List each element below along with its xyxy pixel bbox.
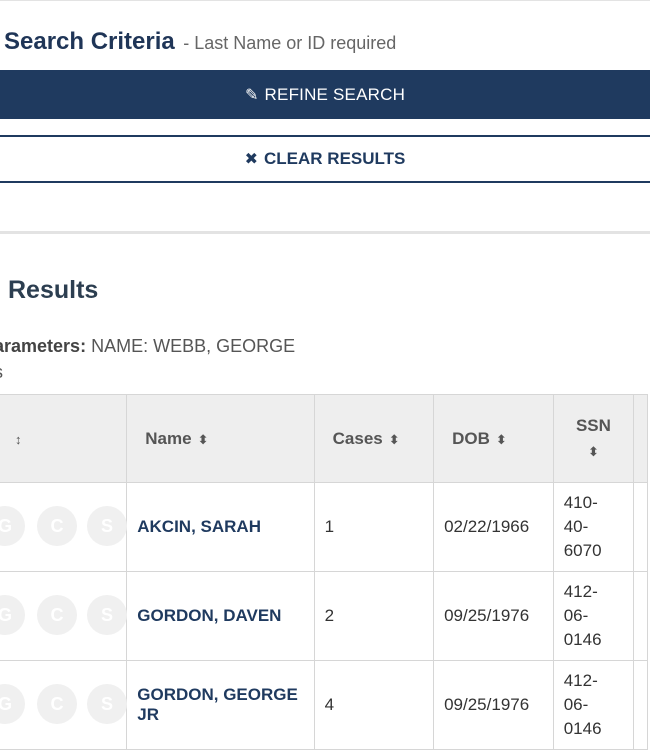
column-header-dob-label: DOB [452,428,490,448]
ssn-part: 0146 [563,630,602,649]
extra-cell [633,660,648,750]
top-divider [0,0,650,1]
ssn-part: 6070 [563,541,602,560]
person-name-link[interactable]: GORDON, GEORGE JR [137,685,298,724]
ssn-cell: 410- 40- 6070 [552,482,635,572]
pencil-icon: ✎ [244,86,259,104]
column-header-name[interactable]: Name ⬍ [126,394,315,483]
ssn-cell: 412- 06- 0146 [552,660,635,750]
person-name-link[interactable]: GORDON, DAVEN [137,606,281,625]
table-row[interactable]: G C S AKCIN, SARAH 1 02/22/1966 410- 40-… [0,482,648,572]
badge-g-icon[interactable]: G [0,595,25,635]
badge-g-icon[interactable]: G [0,506,25,546]
cases-cell: 4 [313,660,435,750]
badges-cell: G C S [0,482,128,572]
name-cell: GORDON, GEORGE JR [126,660,315,750]
column-header-dob[interactable]: DOB ⬍ [433,394,554,483]
badge-s-icon[interactable]: S [87,684,127,724]
sort-icon[interactable]: ⬍ [389,432,400,447]
sort-icon[interactable]: ⬍ [496,432,507,447]
cases-cell: 1 [313,482,435,572]
refine-search-label: REFINE SEARCH [264,84,406,104]
search-criteria-subtitle: - Last Name or ID required [183,33,397,53]
search-parameters-label: arameters: [0,336,87,356]
badges-cell: G C S [0,571,128,661]
close-icon: ✖ [244,151,259,168]
name-cell: AKCIN, SARAH [126,482,315,572]
ssn-part: 40- [563,517,589,536]
column-header-cases[interactable]: Cases ⬍ [313,394,435,483]
ssn-part: 410- [563,493,598,512]
ssn-part: 06- [563,606,589,625]
search-criteria-heading: Search Criteria - Last Name or ID requir… [4,28,396,56]
sort-icon[interactable]: ⬍ [198,432,209,447]
dob-cell: 09/25/1976 [433,571,554,661]
ssn-part: 06- [563,695,589,714]
cases-cell: 2 [313,571,435,661]
dob-cell: 09/25/1976 [433,660,554,750]
badges-cell: G C S [0,660,128,750]
badge-g-icon[interactable]: G [0,684,25,724]
badge-s-icon[interactable]: S [87,595,127,635]
search-parameters: arameters: NAME: WEBB, GEORGE [0,336,295,357]
search-parameters-line2: s [0,362,3,383]
ssn-part: 0146 [563,719,602,738]
sort-icon[interactable]: ⬍ [554,439,633,465]
badge-c-icon[interactable]: C [37,684,77,724]
badge-s-icon[interactable]: S [87,506,127,546]
search-parameters-value: NAME: WEBB, GEORGE [91,336,296,356]
table-row[interactable]: G C S GORDON, DAVEN 2 09/25/1976 412- 06… [0,571,648,661]
dob-cell: 02/22/1966 [433,482,554,572]
extra-cell [633,571,648,661]
results-title: Results [8,276,99,304]
table-header-row: ↕ Name ⬍ Cases ⬍ DOB ⬍ SSN ⬍ [0,394,648,483]
column-header-name-label: Name [145,428,192,448]
name-cell: GORDON, DAVEN [126,571,315,661]
column-header-cases-label: Cases [332,428,383,448]
refine-search-button[interactable]: ✎ REFINE SEARCH [0,70,650,119]
sort-icon[interactable]: ↕ [15,432,22,447]
badge-c-icon[interactable]: C [37,506,77,546]
results-table: ↕ Name ⬍ Cases ⬍ DOB ⬍ SSN ⬍ G C S AKCIN… [0,394,648,750]
clear-results-label: CLEAR RESULTS [264,149,406,168]
ssn-part: 412- [563,671,598,690]
clear-results-button[interactable]: ✖ CLEAR RESULTS [0,135,650,183]
column-header-badges[interactable]: ↕ [0,394,128,483]
ssn-part: 412- [563,582,598,601]
person-name-link[interactable]: AKCIN, SARAH [137,517,261,536]
column-header-extra [633,394,648,483]
ssn-cell: 412- 06- 0146 [552,571,635,661]
table-row[interactable]: G C S GORDON, GEORGE JR 4 09/25/1976 412… [0,660,648,750]
column-header-ssn-label: SSN [575,415,611,435]
search-criteria-title: Search Criteria [4,28,175,55]
column-header-ssn[interactable]: SSN ⬍ [552,394,635,483]
badge-c-icon[interactable]: C [37,595,77,635]
section-divider [0,231,650,234]
extra-cell [633,482,648,572]
